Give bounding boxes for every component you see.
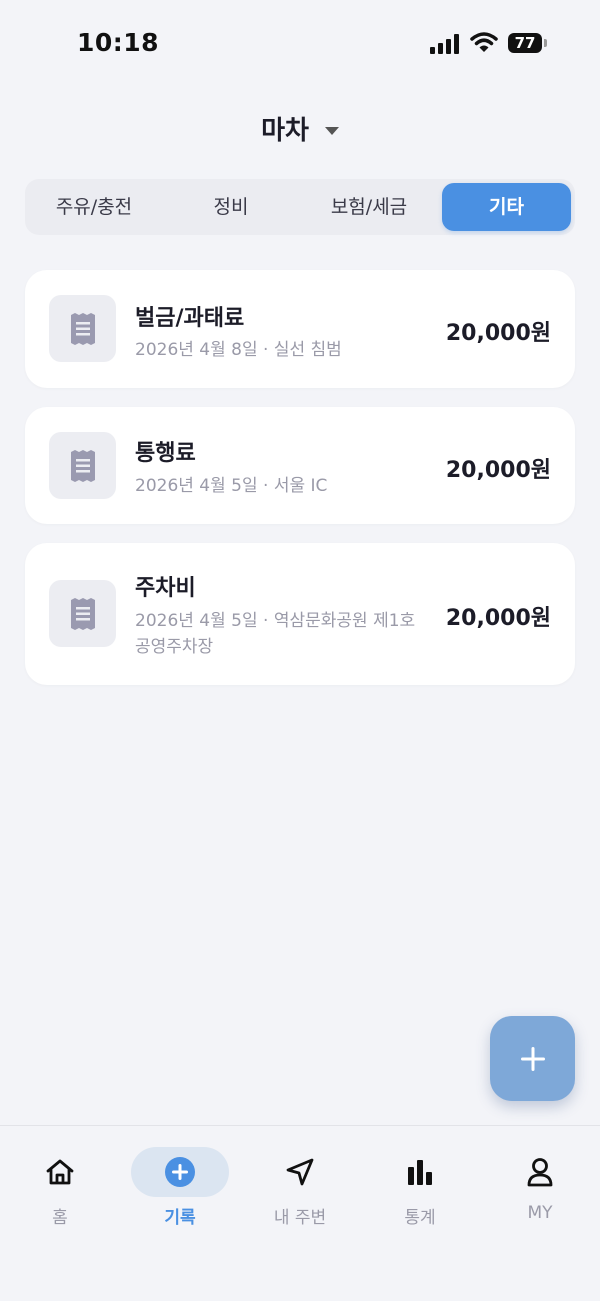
add-record-button[interactable]	[490, 1016, 575, 1101]
nav-stats-label: 통계	[404, 1208, 436, 1228]
add-circle-icon	[165, 1157, 195, 1187]
record-title: 주차비	[135, 576, 196, 601]
vehicle-name: 마차	[261, 116, 309, 146]
battery-level: 77	[514, 34, 536, 52]
record-amount: 20,000원	[445, 458, 551, 483]
record-title: 통행료	[135, 441, 196, 466]
caret-down-icon	[324, 126, 339, 135]
nav-record[interactable]: 기록	[120, 1146, 240, 1228]
category-tabs: 주유/충전 정비 보험/세금 기타	[25, 179, 575, 235]
receipt-icon	[49, 295, 116, 362]
status-bar: 10:18 77	[0, 0, 600, 90]
record-card[interactable]: 통행료 2026년 4월 5일 · 서울 IC 20,000원	[25, 407, 575, 524]
tab-other[interactable]: 기타	[442, 183, 571, 231]
receipt-icon	[49, 432, 116, 499]
nav-home-label: 홈	[52, 1208, 68, 1228]
home-icon	[46, 1159, 74, 1185]
record-subtitle: 2026년 4월 5일 · 역삼문화공원 제1호 공영주차장	[135, 611, 416, 657]
tab-fuel-charge[interactable]: 주유/충전	[29, 183, 159, 231]
tab-insurance-tax[interactable]: 보험/세금	[303, 183, 435, 231]
bar-chart-icon	[408, 1160, 432, 1185]
status-time: 10:18	[77, 28, 160, 57]
record-title: 벌금/과태료	[135, 306, 245, 331]
nav-nearby[interactable]: 내 주변	[240, 1146, 360, 1228]
nav-my-label: MY	[527, 1203, 553, 1223]
record-card[interactable]: 주차비 2026년 4월 5일 · 역삼문화공원 제1호 공영주차장 20,00…	[25, 543, 575, 685]
battery-indicator: 77	[508, 33, 542, 53]
tab-maintenance[interactable]: 정비	[165, 183, 297, 231]
header: 마차	[0, 110, 600, 154]
record-card[interactable]: 벌금/과태료 2026년 4월 8일 · 실선 침범 20,000원	[25, 270, 575, 388]
cellular-signal-icon	[430, 34, 459, 54]
wifi-icon	[470, 32, 498, 52]
record-subtitle: 2026년 4월 5일 · 서울 IC	[135, 476, 328, 496]
person-icon	[527, 1158, 553, 1187]
receipt-icon	[49, 580, 116, 647]
nav-record-pill	[131, 1147, 229, 1197]
nav-record-label: 기록	[164, 1208, 196, 1228]
record-subtitle: 2026년 4월 8일 · 실선 침범	[135, 340, 342, 360]
nav-stats[interactable]: 통계	[360, 1146, 480, 1228]
nav-my[interactable]: MY	[480, 1146, 600, 1223]
record-amount: 20,000원	[445, 606, 551, 631]
bottom-nav: 홈 기록 내 주변 통계 MY	[0, 1125, 600, 1301]
battery-nub	[544, 39, 547, 47]
record-amount: 20,000원	[445, 321, 551, 346]
navigation-arrow-icon	[286, 1158, 314, 1186]
nav-nearby-label: 내 주변	[273, 1208, 327, 1228]
vehicle-selector[interactable]: 마차	[261, 110, 339, 147]
nav-home[interactable]: 홈	[0, 1146, 120, 1228]
plus-icon	[520, 1046, 545, 1071]
